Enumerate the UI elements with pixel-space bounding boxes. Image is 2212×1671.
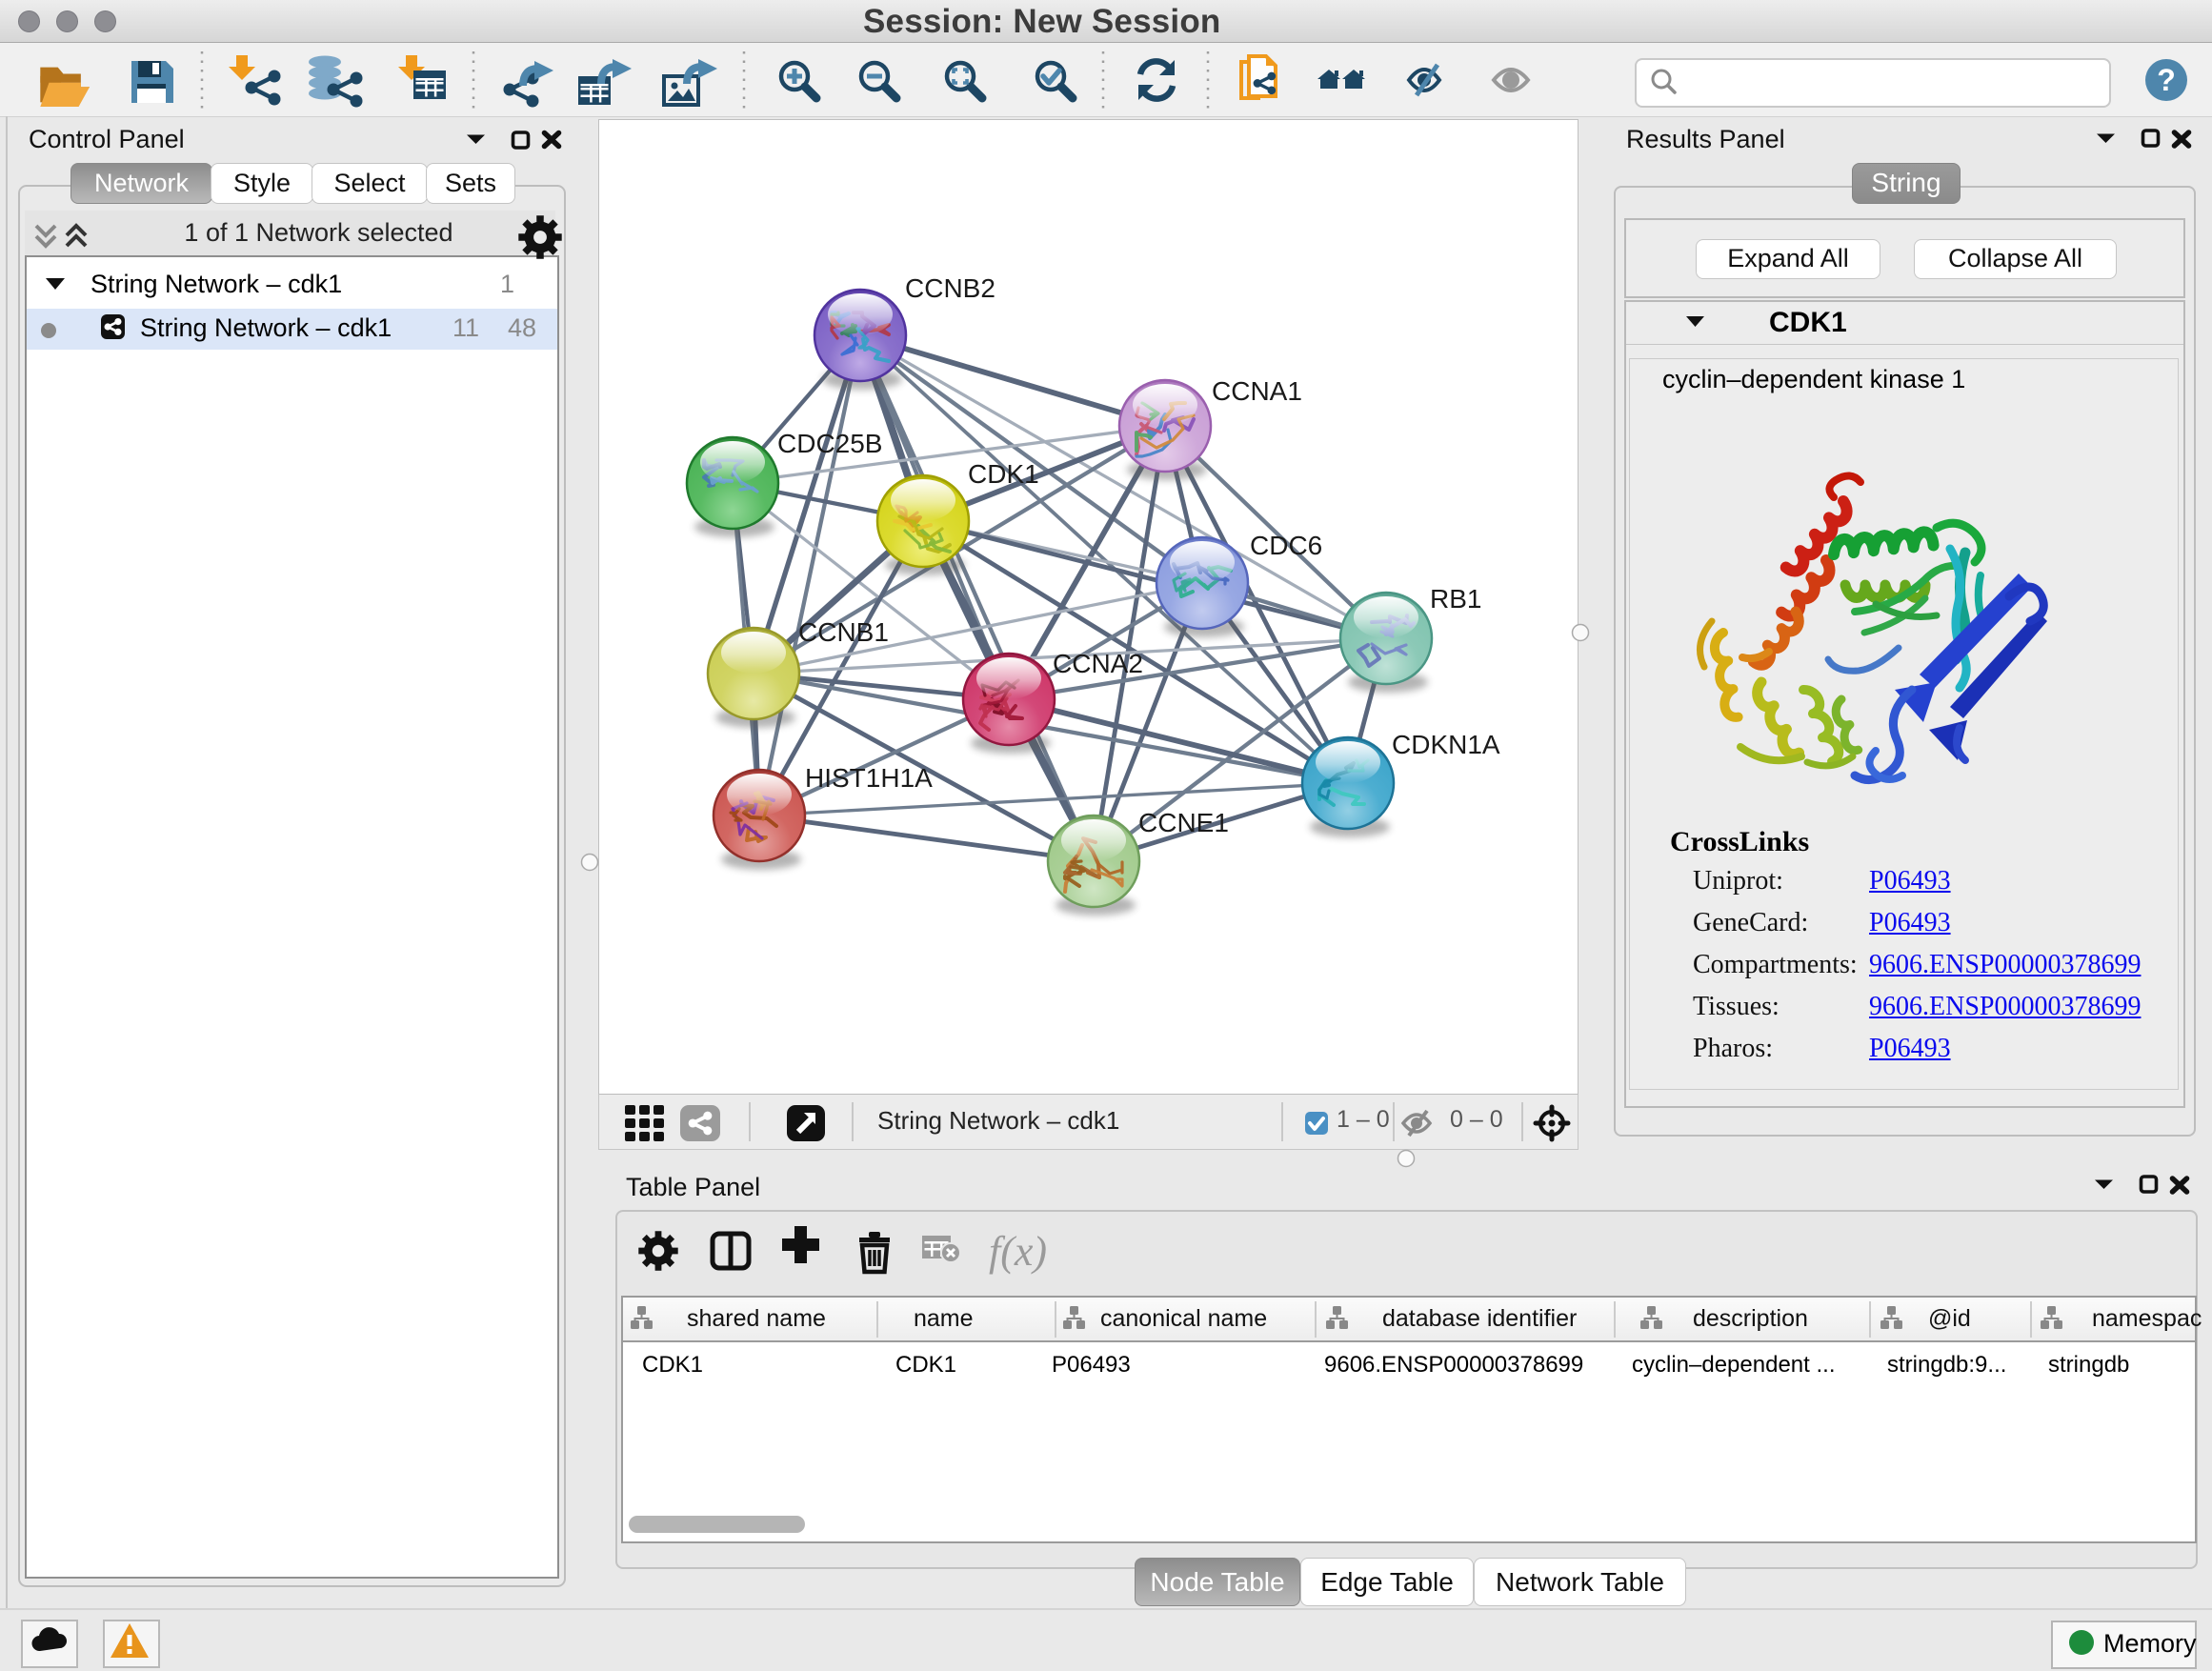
svg-text:CDC25B: CDC25B [777,429,882,458]
svg-text:?: ? [2157,63,2176,97]
svg-text:CCNA2: CCNA2 [1053,649,1143,678]
svg-text:CCNB1: CCNB1 [798,617,889,647]
svg-text:CDKN1A: CDKN1A [1392,730,1500,759]
svg-text:HIST1H1A: HIST1H1A [805,763,933,793]
svg-text:CDC6: CDC6 [1250,531,1322,560]
svg-text:CDK1: CDK1 [968,459,1039,489]
svg-text:CCNE1: CCNE1 [1138,808,1229,837]
svg-text:RB1: RB1 [1430,584,1481,614]
svg-text:CCNB2: CCNB2 [905,273,995,303]
svg-text:CCNA1: CCNA1 [1212,376,1302,406]
